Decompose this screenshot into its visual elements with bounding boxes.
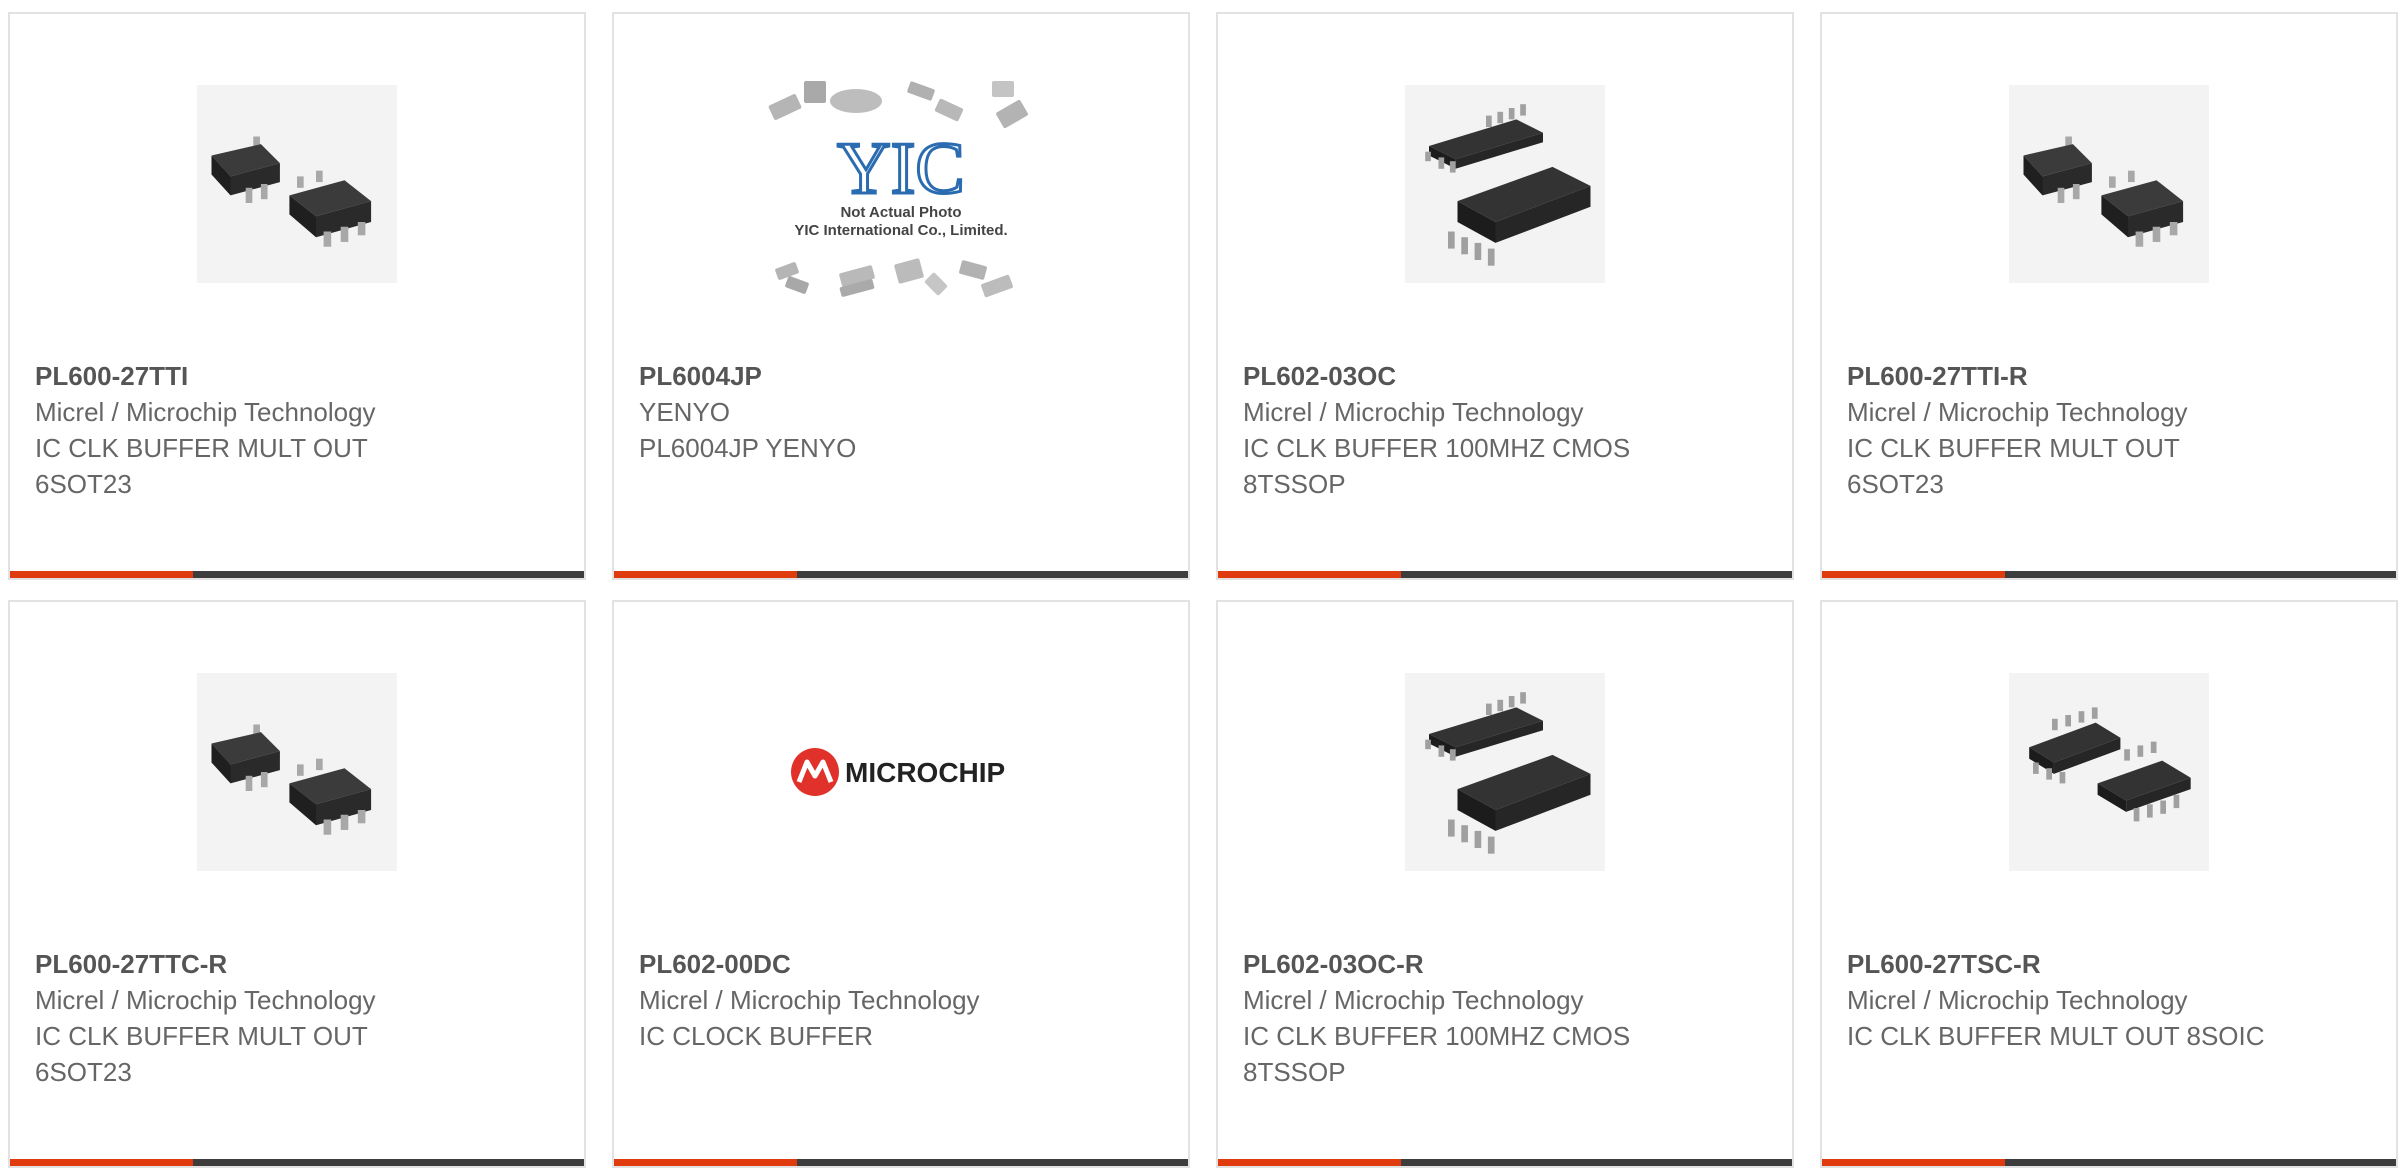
- part-number-link[interactable]: PL600-27TTI: [35, 358, 564, 394]
- svg-text:YIC: YIC: [837, 128, 964, 210]
- card-accent-bar: [1218, 571, 1401, 578]
- card-accent-bar: [614, 571, 797, 578]
- manufacturer-text: Micrel / Microchip Technology: [1243, 985, 1584, 1015]
- tssop-chip-icon: [1410, 89, 1600, 279]
- description-text: IC CLK BUFFER MULT OUT 6SOT23: [1847, 433, 2180, 499]
- card-bottom-bar: [10, 1159, 584, 1166]
- description-text: IC CLK BUFFER 100MHZ CMOS 8TSSOP: [1243, 1021, 1631, 1087]
- product-image[interactable]: [2009, 85, 2209, 283]
- product-image-area: MICROCHIP: [614, 662, 1188, 882]
- card-bottom-bar: [1218, 571, 1792, 578]
- card-bottom-bar: [1218, 1159, 1792, 1166]
- card-accent-bar: [1218, 1159, 1401, 1166]
- manufacturer-text: Micrel / Microchip Technology: [639, 985, 980, 1015]
- product-card[interactable]: MICROCHIP PL602-00DC Micrel / Microchip …: [612, 600, 1190, 1168]
- manufacturer-text: YENYO: [639, 397, 731, 427]
- svg-text:MICROCHIP: MICROCHIP: [845, 757, 1005, 788]
- part-number-link[interactable]: PL602-00DC: [639, 946, 1168, 982]
- part-number-link[interactable]: PL602-03OC: [1243, 358, 1772, 394]
- card-bottom-bar: [1822, 571, 2396, 578]
- sot23-chip-icon: [202, 677, 392, 867]
- card-bottom-bar: [10, 571, 584, 578]
- product-image-area: YIC Not Actual Photo YIC International C…: [614, 74, 1188, 298]
- product-card[interactable]: YIC Not Actual Photo YIC International C…: [612, 12, 1190, 580]
- card-accent-bar: [614, 1159, 797, 1166]
- product-image[interactable]: [1405, 673, 1605, 871]
- manufacturer-text: Micrel / Microchip Technology: [1243, 397, 1584, 427]
- card-bottom-bar: [614, 571, 1188, 578]
- card-accent-bar: [10, 571, 193, 578]
- description-text: IC CLK BUFFER MULT OUT 6SOT23: [35, 1021, 368, 1087]
- part-number-link[interactable]: PL600-27TTC-R: [35, 946, 564, 982]
- product-card[interactable]: PL600-27TSC-R Micrel / Microchip Technol…: [1820, 600, 2398, 1168]
- sot23-chip-icon: [2014, 89, 2204, 279]
- description-text: IC CLOCK BUFFER: [639, 1021, 874, 1051]
- manufacturer-text: Micrel / Microchip Technology: [35, 985, 376, 1015]
- product-grid: PL600-27TTI Micrel / Microchip Technolog…: [0, 0, 2400, 1168]
- tssop-chip-icon: [1410, 677, 1600, 867]
- product-image-area: [10, 662, 584, 882]
- part-number-link[interactable]: PL602-03OC-R: [1243, 946, 1772, 982]
- description-text: PL6004JP YENYO: [639, 433, 857, 463]
- product-image-area: [1822, 74, 2396, 294]
- part-number-link[interactable]: PL600-27TTI-R: [1847, 358, 2376, 394]
- card-bottom-bar: [614, 1159, 1188, 1166]
- manufacturer-text: Micrel / Microchip Technology: [35, 397, 376, 427]
- card-bottom-bar: [1822, 1159, 2396, 1166]
- part-number-link[interactable]: PL600-27TSC-R: [1847, 946, 2376, 982]
- description-text: IC CLK BUFFER MULT OUT 8SOIC: [1847, 1021, 2265, 1051]
- product-image[interactable]: [2009, 673, 2209, 871]
- svg-text:YIC International Co., Limited: YIC International Co., Limited.: [794, 222, 1007, 239]
- card-accent-bar: [1822, 1159, 2005, 1166]
- description-text: IC CLK BUFFER 100MHZ CMOS 8TSSOP: [1243, 433, 1631, 499]
- soic-chip-icon: [2014, 677, 2204, 867]
- product-card[interactable]: PL600-27TTI-R Micrel / Microchip Technol…: [1820, 12, 2398, 580]
- manufacturer-text: Micrel / Microchip Technology: [1847, 397, 2188, 427]
- product-image-area: [1218, 74, 1792, 294]
- product-image-area: [1218, 662, 1792, 882]
- microchip-logo-icon: MICROCHIP: [791, 748, 1005, 796]
- svg-text:Not Actual Photo: Not Actual Photo: [840, 204, 961, 221]
- product-image[interactable]: [197, 673, 397, 871]
- product-image-area: [1822, 662, 2396, 882]
- product-image[interactable]: [197, 85, 397, 283]
- product-image[interactable]: [1405, 85, 1605, 283]
- product-image[interactable]: YIC Not Actual Photo YIC International C…: [761, 81, 1041, 298]
- product-card[interactable]: PL600-27TTI Micrel / Microchip Technolog…: [8, 12, 586, 580]
- description-text: IC CLK BUFFER MULT OUT 6SOT23: [35, 433, 368, 499]
- card-accent-bar: [10, 1159, 193, 1166]
- product-card[interactable]: PL602-03OC Micrel / Microchip Technology…: [1216, 12, 1794, 580]
- product-card[interactable]: PL600-27TTC-R Micrel / Microchip Technol…: [8, 600, 586, 1168]
- product-image[interactable]: MICROCHIP: [761, 673, 1041, 871]
- sot23-chip-icon: [202, 89, 392, 279]
- yic-placeholder-icon: YIC Not Actual Photo YIC International C…: [768, 81, 1028, 298]
- product-card[interactable]: PL602-03OC-R Micrel / Microchip Technolo…: [1216, 600, 1794, 1168]
- card-accent-bar: [1822, 571, 2005, 578]
- part-number-link[interactable]: PL6004JP: [639, 358, 1168, 394]
- product-image-area: [10, 74, 584, 294]
- manufacturer-text: Micrel / Microchip Technology: [1847, 985, 2188, 1015]
